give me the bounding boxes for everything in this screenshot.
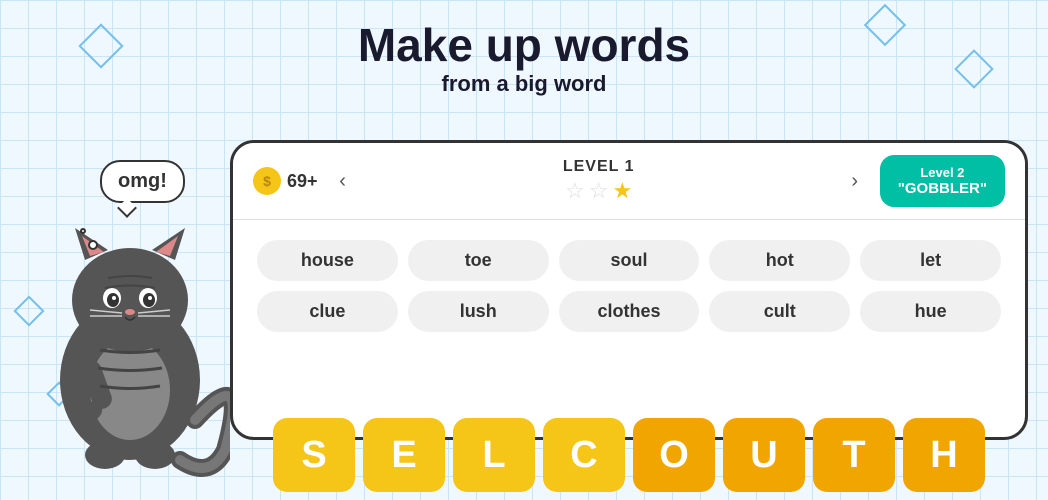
star-2: ☆ (589, 178, 609, 204)
word-cell-toe[interactable]: toe (408, 240, 549, 281)
tile-E[interactable]: E (363, 418, 445, 492)
next-level-label: Level 2 (898, 165, 987, 180)
coin-icon: $ (253, 167, 281, 195)
word-cell-hot[interactable]: hot (709, 240, 850, 281)
title-area: Make up words from a big word (0, 20, 1048, 97)
word-grid: house toe soul hot let clue lush clothes… (233, 220, 1025, 352)
tile-S[interactable]: S (273, 418, 355, 492)
speech-bubble: omg! (100, 160, 185, 203)
tile-C[interactable]: C (543, 418, 625, 492)
word-cell-soul[interactable]: soul (559, 240, 700, 281)
letter-tiles: S E L C O U T H (230, 410, 1028, 500)
panel-topbar: $ 69+ ‹ LEVEL 1 ☆ ☆ ★ › Level 2 "GOBBLER… (233, 143, 1025, 220)
stars-row: ☆ ☆ ★ (368, 178, 830, 204)
star-1: ☆ (565, 178, 585, 204)
word-cell-hue[interactable]: hue (860, 291, 1001, 332)
word-cell-cult[interactable]: cult (709, 291, 850, 332)
word-cell-lush[interactable]: lush (408, 291, 549, 332)
speech-text: omg! (118, 170, 167, 192)
star-3: ★ (613, 178, 633, 204)
tile-T[interactable]: T (813, 418, 895, 492)
bubble-2 (80, 228, 86, 234)
sub-title: from a big word (0, 71, 1048, 97)
tile-H[interactable]: H (903, 418, 985, 492)
word-cell-house[interactable]: house (257, 240, 398, 281)
word-cell-clothes[interactable]: clothes (559, 291, 700, 332)
tile-U[interactable]: U (723, 418, 805, 492)
cat-container: omg! (20, 120, 240, 500)
word-cell-clue[interactable]: clue (257, 291, 398, 332)
tile-O[interactable]: O (633, 418, 715, 492)
main-title: Make up words (0, 20, 1048, 71)
level-center: LEVEL 1 ☆ ☆ ★ (368, 158, 830, 204)
coin-count: 69+ (287, 171, 318, 192)
bubble-1 (88, 240, 98, 250)
coin-area: $ 69+ (253, 167, 318, 195)
nav-left-button[interactable]: ‹ (328, 166, 358, 196)
nav-right-button[interactable]: › (840, 166, 870, 196)
next-level-button[interactable]: Level 2 "GOBBLER" (880, 155, 1005, 207)
word-cell-let[interactable]: let (860, 240, 1001, 281)
game-panel: $ 69+ ‹ LEVEL 1 ☆ ☆ ★ › Level 2 "GOBBLER… (230, 140, 1028, 440)
next-level-word: "GOBBLER" (898, 180, 987, 197)
level-label: LEVEL 1 (368, 158, 830, 176)
tile-L[interactable]: L (453, 418, 535, 492)
